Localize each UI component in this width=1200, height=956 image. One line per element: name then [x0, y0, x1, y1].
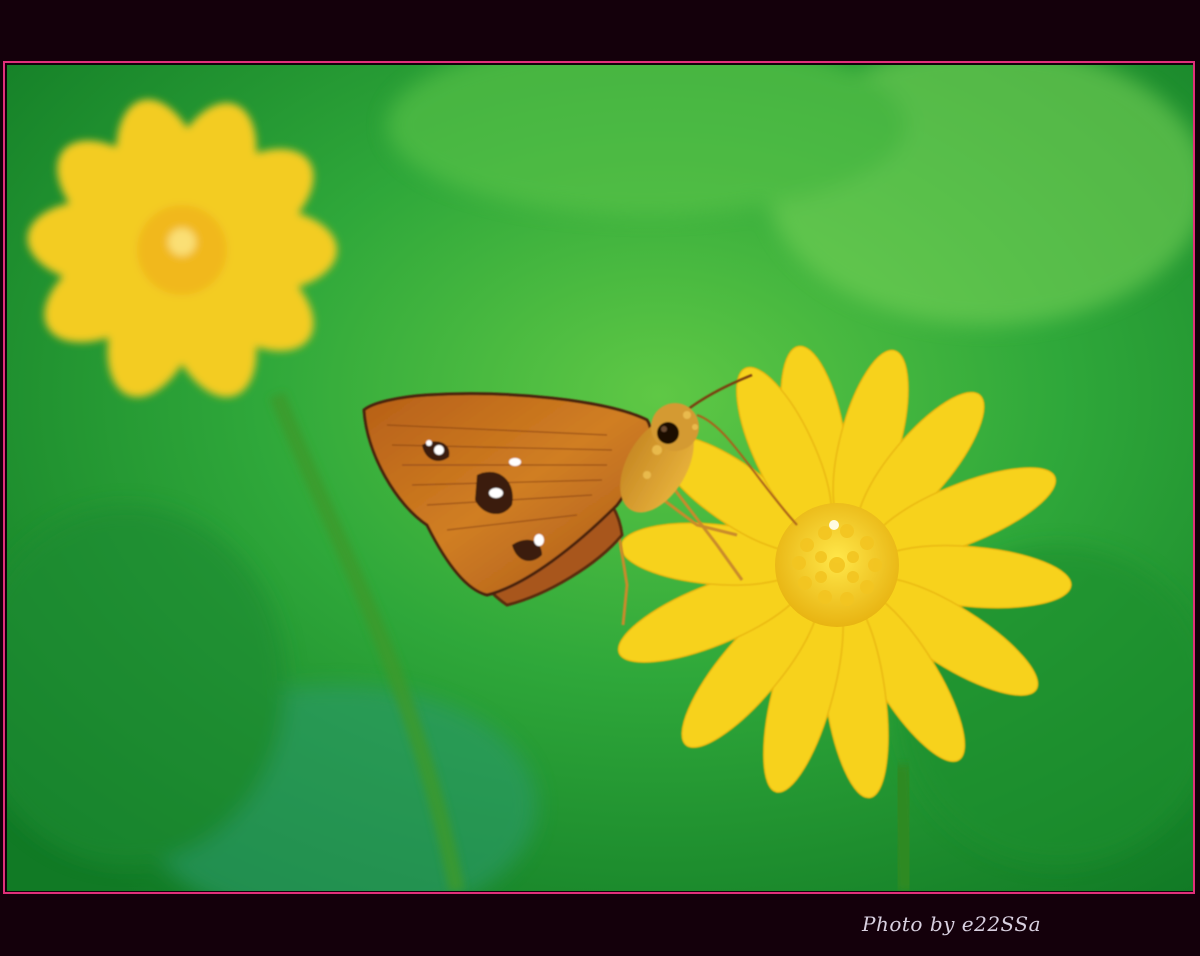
photo-credit: Photo by e22SSa: [862, 912, 1042, 936]
photo: [7, 65, 1193, 891]
photo-frame: Photo by e22SSa: [0, 0, 1200, 956]
photo-illustration: [7, 65, 1193, 891]
